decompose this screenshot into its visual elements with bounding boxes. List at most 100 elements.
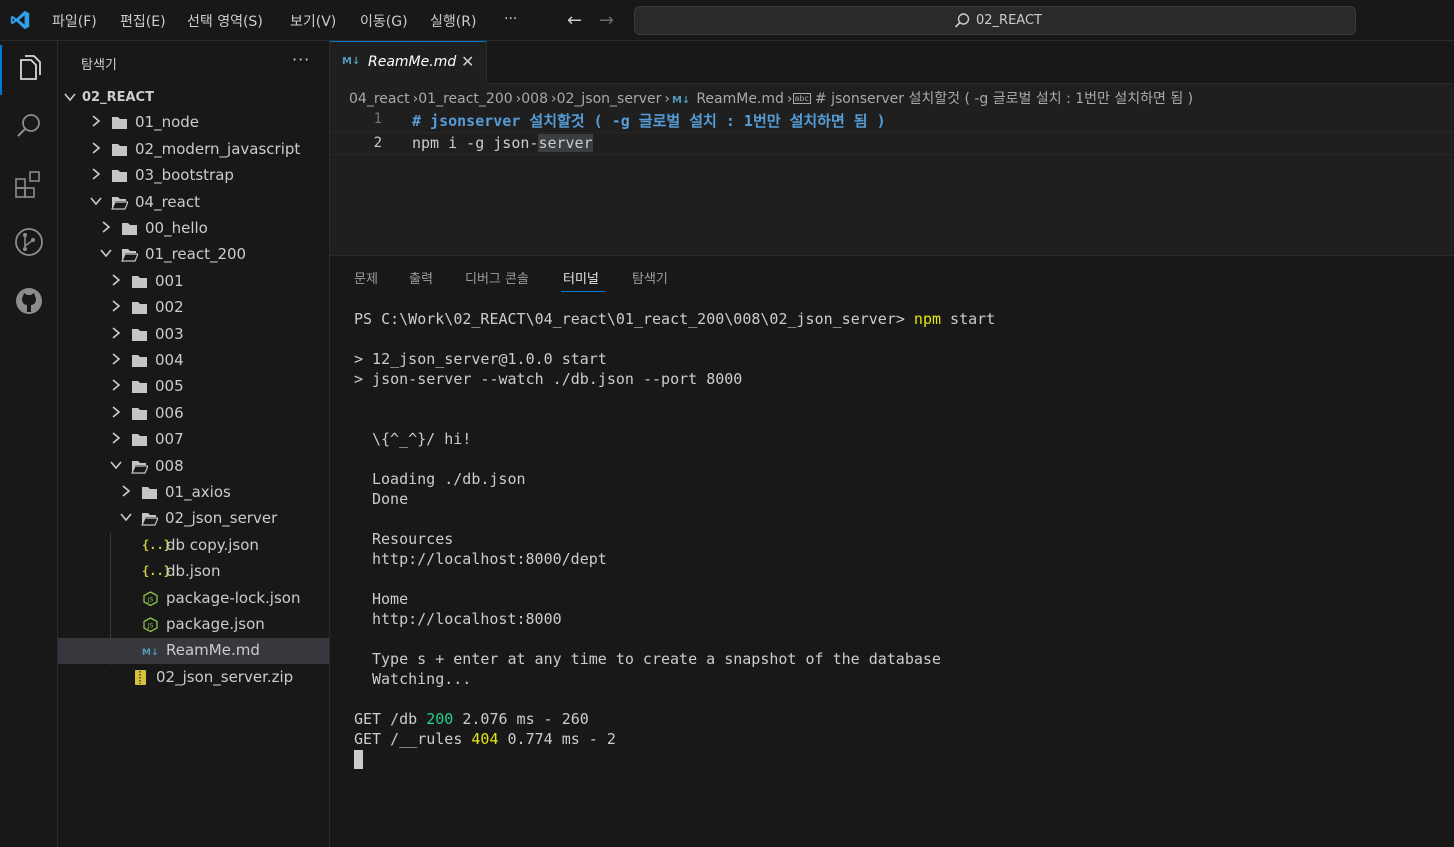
terminal-command: npm: [913, 310, 942, 328]
tree-folder[interactable]: 003: [58, 322, 329, 348]
tree-file[interactable]: {..} db copy.json: [58, 533, 329, 559]
terminal-line: Watching...: [372, 670, 472, 688]
menu-selection[interactable]: 선택 영역(S): [187, 11, 263, 31]
chevron-right-icon[interactable]: [109, 377, 123, 393]
tree-label: 01_node: [135, 113, 200, 132]
nodejs-file-icon: JS: [142, 617, 159, 633]
tree-folder[interactable]: 02_json_server: [58, 506, 329, 532]
json-file-icon: {..}: [142, 537, 171, 552]
menu-run[interactable]: 실행(R): [430, 11, 476, 31]
folder-icon: [131, 406, 148, 421]
tab-readme[interactable]: M↓ ReamMe.md ✕: [330, 41, 487, 84]
terminal-link[interactable]: http://localhost:8000/dept: [372, 550, 607, 568]
chevron-right-icon[interactable]: [89, 166, 103, 182]
tab-problems[interactable]: 문제: [354, 268, 378, 287]
chevron-right-icon[interactable]: [109, 325, 123, 341]
folder-open-icon: [111, 195, 129, 210]
explorer-icon[interactable]: [12, 52, 46, 86]
forward-arrow-icon[interactable]: →: [599, 10, 614, 31]
chevron-down-icon[interactable]: [63, 89, 77, 105]
folder-open-icon: [131, 459, 149, 474]
breadcrumb-item[interactable]: # jsonserver 설치할것 ( -g 글로벌 설치 : 1번만 설치하면…: [815, 91, 1193, 107]
back-arrow-icon[interactable]: ←: [567, 10, 582, 31]
code-line[interactable]: 2 npm i -g json-server: [330, 132, 1454, 155]
chevron-down-icon[interactable]: [119, 509, 133, 525]
menu-more[interactable]: ···: [504, 11, 517, 27]
chevron-right-icon[interactable]: [109, 351, 123, 367]
tree-folder[interactable]: 006: [58, 401, 329, 427]
extensions-icon[interactable]: [12, 168, 46, 202]
string-symbol-icon: abc: [792, 93, 811, 104]
more-actions-icon[interactable]: ···: [292, 50, 310, 69]
tree-root[interactable]: 02_REACT: [58, 84, 329, 110]
tab-output[interactable]: 출력: [409, 268, 433, 287]
tree-file[interactable]: 02_json_server.zip: [58, 665, 329, 691]
tree-label: 008: [155, 456, 184, 475]
menu-edit[interactable]: 편집(E): [120, 11, 166, 31]
tab-explorer[interactable]: 탐색기: [632, 268, 668, 287]
chevron-right-icon[interactable]: [89, 113, 103, 129]
active-tab-underline: [561, 291, 605, 292]
folder-icon: [141, 485, 158, 500]
vscode-logo-icon[interactable]: [9, 9, 31, 31]
tree-label: 02_json_server: [165, 509, 278, 528]
tree-folder[interactable]: 02_modern_javascript: [58, 137, 329, 163]
chevron-right-icon[interactable]: [119, 483, 133, 499]
source-control-icon[interactable]: [12, 225, 46, 259]
chevron-right-icon[interactable]: [89, 140, 103, 156]
breadcrumb-item[interactable]: ReamMe.md: [696, 91, 784, 107]
close-icon[interactable]: ✕: [461, 52, 474, 71]
tree-folder[interactable]: 002: [58, 295, 329, 321]
tree-folder[interactable]: 008: [58, 454, 329, 480]
editor-tab-bar: M↓ ReamMe.md ✕: [330, 41, 1454, 84]
tab-terminal[interactable]: 터미널: [563, 268, 599, 287]
tree-label: 01_axios: [165, 483, 231, 501]
search-icon[interactable]: [12, 109, 46, 143]
terminal-prompt: PS C:\Work\02_REACT\04_react\01_react_20…: [354, 310, 914, 328]
code-line[interactable]: 1 # jsonserver 설치할것 ( -g 글로벌 설치 : 1번만 설치…: [330, 109, 1454, 132]
breadcrumb-item[interactable]: 008: [521, 91, 548, 107]
tree-label: 003: [155, 324, 184, 343]
tree-folder[interactable]: 03_bootstrap: [58, 163, 329, 189]
command-center[interactable]: 02_REACT: [634, 6, 1356, 35]
chevron-right-icon[interactable]: [109, 430, 123, 446]
tree-folder[interactable]: 01_react_200: [58, 242, 329, 268]
tree-label: 005: [155, 377, 184, 396]
breadcrumb-item[interactable]: 04_react: [349, 91, 410, 107]
terminal-cursor[interactable]: [354, 750, 363, 769]
chevron-right-icon[interactable]: [99, 219, 113, 235]
github-icon[interactable]: [12, 284, 46, 318]
svg-text:JS: JS: [147, 623, 154, 630]
tree-folder[interactable]: 005: [58, 374, 329, 400]
folder-open-icon: [141, 511, 159, 526]
breadcrumb-item[interactable]: 02_json_server: [557, 91, 662, 107]
chevron-down-icon[interactable]: [89, 193, 103, 209]
chevron-down-icon[interactable]: [99, 245, 113, 261]
sidebar-title: 탐색기: [81, 58, 117, 73]
tree-folder[interactable]: 01_node: [58, 110, 329, 136]
breadcrumb-item[interactable]: 01_react_200: [418, 91, 512, 107]
tree-file[interactable]: {..} db.json: [58, 559, 329, 585]
tab-debug-console[interactable]: 디버그 콘솔: [465, 268, 529, 287]
folder-icon: [131, 432, 148, 447]
terminal-link[interactable]: http://localhost:8000: [372, 610, 562, 628]
tree-folder[interactable]: 007: [58, 427, 329, 453]
tree-folder[interactable]: 004: [58, 348, 329, 374]
menu-view[interactable]: 보기(V): [290, 11, 336, 31]
tree-folder[interactable]: 001: [58, 269, 329, 295]
tree-file[interactable]: JS package-lock.json: [58, 586, 329, 612]
chevron-down-icon[interactable]: [109, 457, 123, 473]
menu-file[interactable]: 파일(F): [52, 11, 97, 31]
tree-file[interactable]: JS package.json: [58, 612, 329, 638]
explorer-sidebar: 탐색기 ··· 02_REACT 01_node 02_modern_javascr…: [58, 41, 330, 847]
chevron-right-icon[interactable]: [109, 404, 123, 420]
tree-label: 001: [155, 271, 184, 290]
tree-folder[interactable]: 01_axios: [58, 480, 329, 506]
tree-file[interactable]: M↓ ReamMe.md: [58, 638, 329, 665]
chevron-right-icon[interactable]: [109, 272, 123, 288]
tree-folder[interactable]: 04_react: [58, 190, 329, 216]
tree-folder[interactable]: 00_hello: [58, 216, 329, 242]
chevron-right-icon[interactable]: [109, 298, 123, 314]
folder-icon: [111, 115, 128, 130]
menu-go[interactable]: 이동(G): [360, 11, 408, 31]
